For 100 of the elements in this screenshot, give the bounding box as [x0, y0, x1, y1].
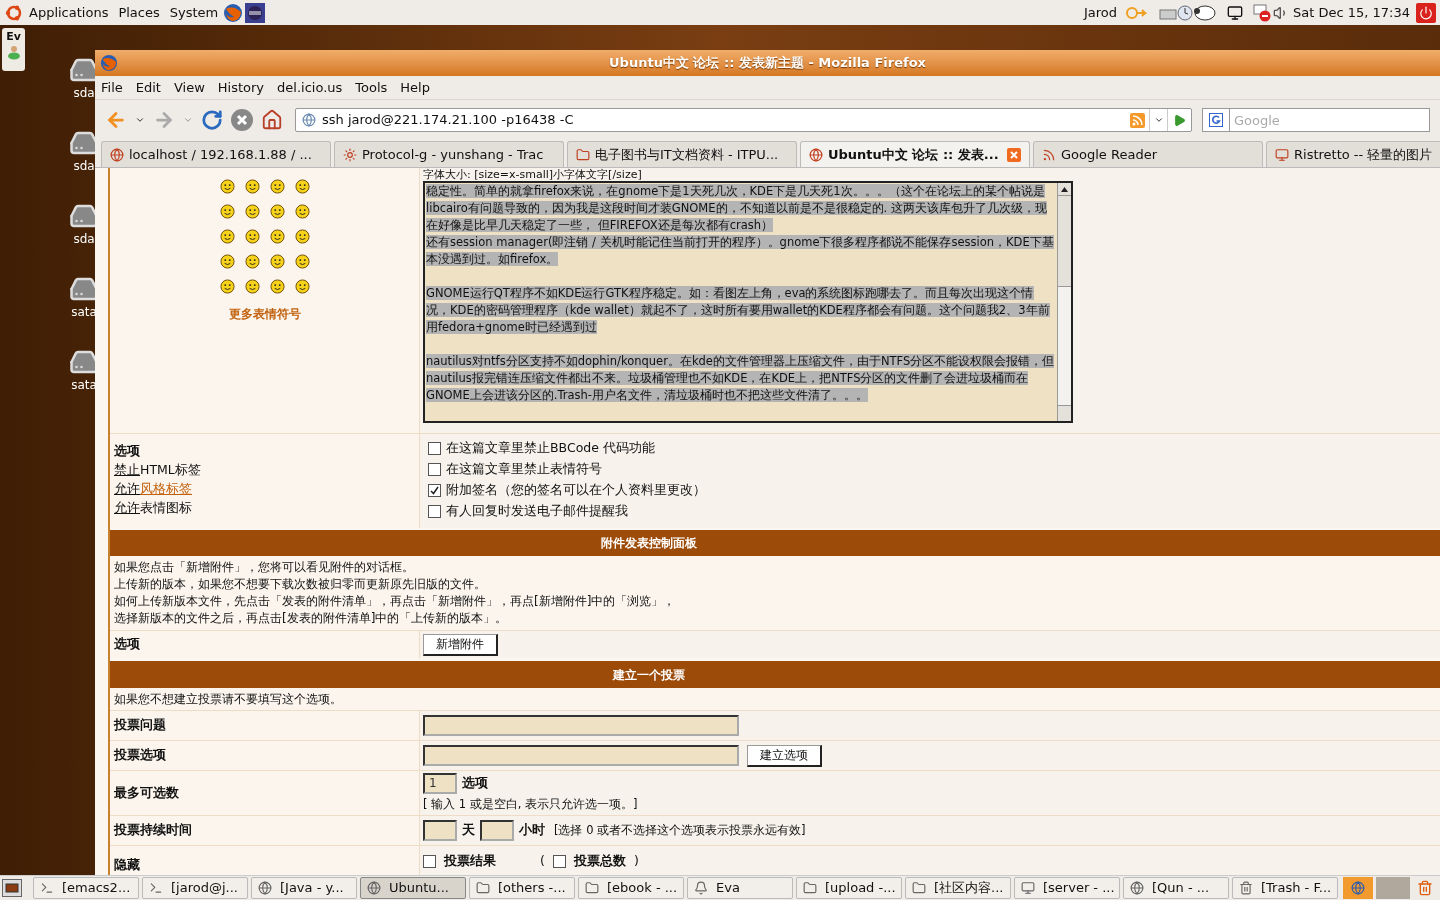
dropdown-icon[interactable] — [135, 115, 145, 125]
taskbar-button[interactable]: [server - ... — [1014, 877, 1120, 899]
panel-menu[interactable]: System — [164, 2, 224, 23]
input-field[interactable] — [423, 745, 739, 766]
browser-tab[interactable]: localhost / 192.168.1.88 / ... — [101, 141, 331, 167]
taskbar-button[interactable]: [Trash - F... — [1232, 877, 1338, 899]
panel-menu[interactable]: Places — [113, 2, 165, 23]
checkbox[interactable] — [428, 463, 441, 476]
menu-item[interactable]: del.icio.us — [277, 77, 343, 98]
smiley-icon[interactable] — [269, 229, 285, 244]
smiley-icon[interactable] — [294, 279, 310, 294]
checkbox[interactable] — [428, 442, 441, 455]
message-text: 还有session manager(即注销 / 关机时能记住当前打开的程序）。gnome下很多程序都说不能保存session，KDE下基本没遇到过。如firefox。 — [426, 234, 1055, 268]
window-icon — [149, 881, 163, 895]
tab-icon — [343, 147, 357, 162]
clock-icon[interactable] — [1177, 4, 1193, 21]
smiley-icon[interactable] — [269, 279, 285, 294]
input-field[interactable] — [423, 715, 739, 736]
home-icon[interactable] — [261, 109, 283, 131]
taskbar-button[interactable]: [jarod@j... — [142, 877, 248, 899]
window-title: Ubuntu中文 论坛 :: 发表新主题 - Mozilla Firefox — [608, 54, 927, 73]
smiley-icon[interactable] — [244, 204, 260, 219]
checkbox-label: 有人回复时发送电子邮件提醒我 — [446, 502, 628, 521]
checkbox[interactable] — [423, 854, 436, 868]
smiley-icon[interactable] — [269, 254, 285, 269]
taskbar-button[interactable]: [社区内容... — [905, 877, 1011, 899]
smiley-icon[interactable] — [294, 254, 310, 269]
icon-label: sda — [73, 158, 95, 174]
checkbox[interactable] — [428, 484, 441, 497]
taskbar-button[interactable]: [others -... — [469, 877, 575, 899]
panel-menu[interactable]: Applications — [24, 2, 114, 23]
smiley-icon[interactable] — [244, 229, 260, 244]
close-icon[interactable] — [1007, 147, 1021, 162]
checkbox-label: 投票结果 — [444, 852, 496, 870]
browser-tab[interactable]: Ubuntu中文 论坛 :: 发表... — [800, 141, 1030, 167]
browser-tab[interactable]: 电子图书与IT文档资料 - ITPU... — [567, 141, 797, 167]
menu-item[interactable]: Edit — [135, 77, 161, 98]
smiley-icon[interactable] — [244, 279, 260, 294]
menu-item[interactable]: Tools — [355, 77, 388, 98]
menu-item[interactable]: Help — [400, 77, 430, 98]
show-desktop-icon[interactable] — [2, 879, 22, 897]
smiley-icon[interactable] — [294, 179, 310, 194]
stop-icon[interactable] — [231, 109, 253, 131]
caret-icon[interactable] — [1153, 115, 1164, 125]
smiley-icon[interactable] — [219, 179, 235, 194]
smiley-icon[interactable] — [294, 204, 310, 219]
smiley-icon[interactable] — [219, 279, 235, 294]
menu-item[interactable]: History — [217, 77, 265, 98]
search-engine-icon[interactable] — [1209, 113, 1223, 127]
taskbar-button[interactable]: [upload -... — [796, 877, 902, 899]
search-field[interactable]: Google — [1230, 108, 1430, 132]
smiley-icon[interactable] — [219, 229, 235, 244]
browser-tab[interactable]: Google Reader — [1033, 141, 1263, 167]
input-field[interactable] — [423, 820, 457, 841]
address-bar[interactable]: ssh jarod@221.174.21.100 -p16438 -C — [295, 108, 1192, 132]
smiley-icon[interactable] — [269, 204, 285, 219]
input-field[interactable]: 1 — [423, 772, 457, 794]
input-field[interactable] — [480, 820, 514, 841]
message-textarea[interactable] — [423, 181, 1073, 423]
taskbar-button[interactable]: [Qun - ... — [1123, 877, 1229, 899]
more-smilies-link[interactable]: 更多表情符号 — [228, 305, 301, 323]
rule-text: 允许表情图标 — [114, 499, 193, 517]
smiley-icon[interactable] — [219, 254, 235, 269]
scrollbar[interactable] — [1057, 183, 1071, 421]
browser-tab[interactable]: Ristretto -- 轻量的图片 — [1266, 141, 1440, 167]
smiley-icon[interactable] — [219, 204, 235, 219]
bracket-text: ( — [540, 852, 545, 870]
create-option-button[interactable]: 建立选项 — [747, 744, 822, 767]
go-icon[interactable] — [1173, 113, 1186, 127]
smiley-icon[interactable] — [244, 254, 260, 269]
smiley-icon[interactable] — [269, 179, 285, 194]
taskbar-button[interactable]: [ebook - ... — [578, 877, 684, 899]
clock-text[interactable]: Sat Dec 15, 17:34 — [1293, 2, 1410, 23]
checkbox[interactable] — [552, 854, 566, 868]
network-icon[interactable] — [1227, 4, 1243, 21]
taskbar-button[interactable]: [Java - y... — [251, 877, 357, 899]
checkbox[interactable] — [428, 505, 441, 518]
menu-item[interactable]: File — [101, 77, 123, 98]
scroll-up-icon[interactable] — [1061, 186, 1068, 192]
taskbar-button[interactable]: [emacs2... — [33, 877, 139, 899]
taskbar-button[interactable]: Eva — [687, 877, 793, 899]
blocked-icon[interactable] — [1253, 3, 1273, 22]
row-label: 隐藏 — [114, 856, 140, 875]
bracket-text: ) — [633, 852, 639, 870]
smiley-icon[interactable] — [294, 229, 310, 244]
user-name[interactable]: Jarod — [1083, 2, 1117, 23]
menu-item[interactable]: View — [173, 77, 205, 98]
tab-icon — [110, 147, 124, 162]
browser-tab[interactable]: Protocol-g - yunshang - Trac — [334, 141, 564, 167]
taskbar-button[interactable]: Ubuntu... — [360, 877, 466, 899]
instruction-text: 如何上传新版本文件，先点击「发表的附件清单」，再点击「新增附件」，再点[新增附件]中的「浏览」， — [114, 593, 677, 610]
power-button[interactable] — [1416, 2, 1436, 23]
reload-icon[interactable] — [201, 109, 223, 131]
add-attachment-button[interactable]: 新增附件 — [423, 633, 498, 656]
panel-widget[interactable]: Ev — [2, 28, 25, 71]
smiley-icon[interactable] — [244, 179, 260, 194]
section-header: 建立一个投票 — [110, 661, 1440, 688]
icon-label: sda — [73, 85, 95, 101]
workspace-switcher[interactable] — [1376, 877, 1410, 899]
trash-icon[interactable] — [1417, 880, 1433, 896]
